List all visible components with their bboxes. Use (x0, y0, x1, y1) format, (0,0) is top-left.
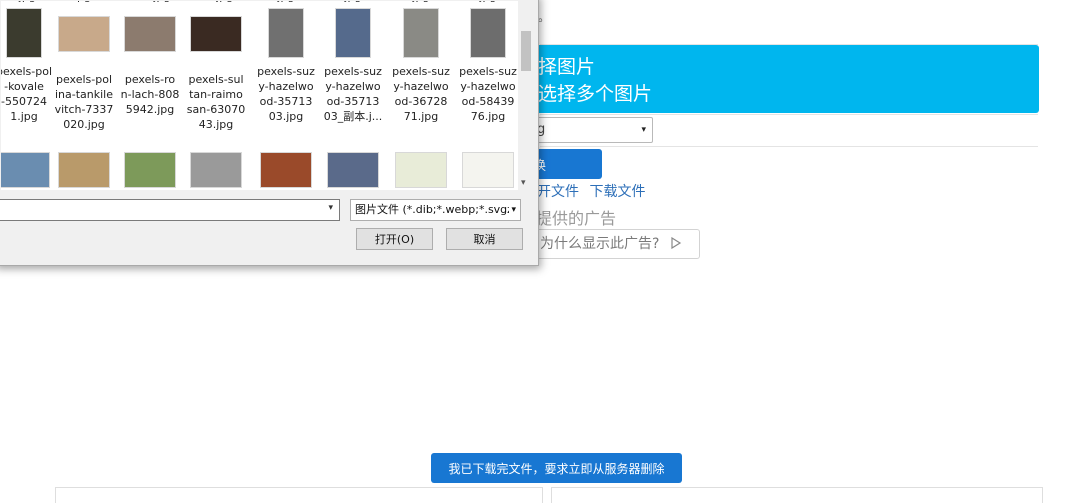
file-caption: oo2.jpg (118, 1, 182, 4)
ad-choices-icon (671, 236, 682, 250)
file-thumbnail (470, 8, 506, 58)
file-item[interactable]: jpg pexels-suz y-hazelwo od-35713 03.jpg (254, 1, 318, 124)
cancel-button[interactable]: 取消 (446, 228, 523, 250)
file-caption: ojpg (1, 1, 56, 4)
select-image-label: 择图片 (538, 56, 596, 78)
file-name-label: pexels-ro n-lach-808 5942.jpg (120, 73, 180, 116)
chevron-down-icon: ▾ (641, 125, 646, 135)
chevron-down-icon[interactable]: ▾ (509, 200, 516, 220)
file-name-field[interactable]: ▾ (0, 199, 340, 221)
file-thumbnail (190, 16, 242, 52)
file-item[interactable] (254, 146, 318, 188)
file-thumbnail (124, 152, 176, 188)
select-images-button[interactable]: 择图片 选择多个图片 (480, 45, 1039, 113)
file-thumbnail (462, 152, 514, 188)
file-item[interactable]: jpg pexels-suz y-hazelwo od-58439 76.jpg (456, 1, 518, 124)
file-caption: pg (52, 1, 116, 4)
file-list[interactable]: ojpg pexels-pol -kovale -550724 1.jpg pg pe… (1, 1, 518, 190)
divider (540, 114, 1038, 115)
file-name-label: pexels-pol ina-tankile vitch-7337 020.jp… (54, 73, 114, 131)
file-thumbnail (6, 8, 42, 58)
info-panel-right (551, 487, 1043, 503)
file-name-label: pexels-suz y-hazelwo od-35713 03.jpg (257, 65, 315, 123)
file-thumbnail (403, 8, 439, 58)
file-thumbnail (1, 152, 50, 188)
file-item[interactable]: pg pexels-pol ina-tankile vitch-7337 020.… (52, 1, 116, 132)
file-thumbnail (124, 16, 176, 52)
open-file-dialog: ojpg pexels-pol -kovale -550724 1.jpg pg pe… (0, 0, 539, 266)
file-item[interactable] (184, 146, 248, 188)
file-item[interactable] (456, 146, 518, 188)
file-thumbnail (327, 152, 379, 188)
file-caption: jpg (456, 1, 518, 4)
file-name-label: pexels-sul tan-raimo san-63070 43.jpg (186, 73, 246, 131)
select-multiple-images-label: 选择多个图片 (538, 83, 653, 105)
file-item[interactable]: oo2.jpg pexels-ro n-lach-808 5942.jpg (118, 1, 182, 117)
file-item[interactable]: ojpg pexels-pol -kovale -550724 1.jpg (1, 1, 56, 124)
file-caption: jpg (254, 1, 318, 4)
scrollbar-thumb[interactable] (521, 31, 531, 71)
download-file-link[interactable]: 下载文件 (589, 184, 645, 200)
delete-from-server-button[interactable]: 我已下载完文件，要求立即从服务器删除 (431, 453, 682, 483)
file-item[interactable]: jpg pexels-suz y-hazelwo od-36728 71.jpg (389, 1, 453, 124)
file-caption: jpg (321, 1, 385, 4)
file-thumbnail (268, 8, 304, 58)
file-name-label: pexels-suz y-hazelwo od-58439 76.jpg (459, 65, 517, 123)
file-caption: jpg (389, 1, 453, 4)
file-type-select[interactable]: 图片文件 (*.dib;*.webp;*.svgz; ▾ (350, 199, 521, 221)
file-type-value: 图片文件 (*.dib;*.webp;*.svgz; (355, 203, 517, 216)
file-item[interactable] (52, 146, 116, 188)
why-this-ad-button[interactable]: 为什么显示此广告? (530, 229, 700, 259)
file-item[interactable] (321, 146, 385, 188)
scroll-down-icon[interactable]: ▾ (521, 178, 526, 188)
file-thumbnail (335, 8, 371, 58)
why-this-ad-label: 为什么显示此广告? (540, 236, 660, 252)
file-item[interactable]: jpg pexels-suz y-hazelwo od-35713 03_副本.j… (321, 1, 385, 124)
file-name-label: pexels-suz y-hazelwo od-35713 03_副本.j... (323, 65, 383, 123)
file-thumbnail (395, 152, 447, 188)
file-caption: 40.jpg (184, 1, 248, 4)
file-thumbnail (58, 152, 110, 188)
file-thumbnail (58, 16, 110, 52)
open-button[interactable]: 打开(O) (356, 228, 433, 250)
file-name-label: pexels-pol -kovale -550724 1.jpg (1, 65, 53, 123)
file-thumbnail (190, 152, 242, 188)
file-item[interactable] (1, 146, 56, 188)
info-panel-left (55, 487, 543, 503)
file-item[interactable]: 40.jpg pexels-sul tan-raimo san-63070 43.… (184, 1, 248, 132)
chevron-down-icon[interactable]: ▾ (328, 203, 333, 213)
file-item[interactable] (118, 146, 182, 188)
divider (540, 146, 1038, 147)
file-list-scrollbar[interactable]: ▾ (518, 1, 534, 190)
file-item[interactable] (389, 146, 453, 188)
file-name-label: pexels-suz y-hazelwo od-36728 71.jpg (392, 65, 450, 123)
file-thumbnail (260, 152, 312, 188)
